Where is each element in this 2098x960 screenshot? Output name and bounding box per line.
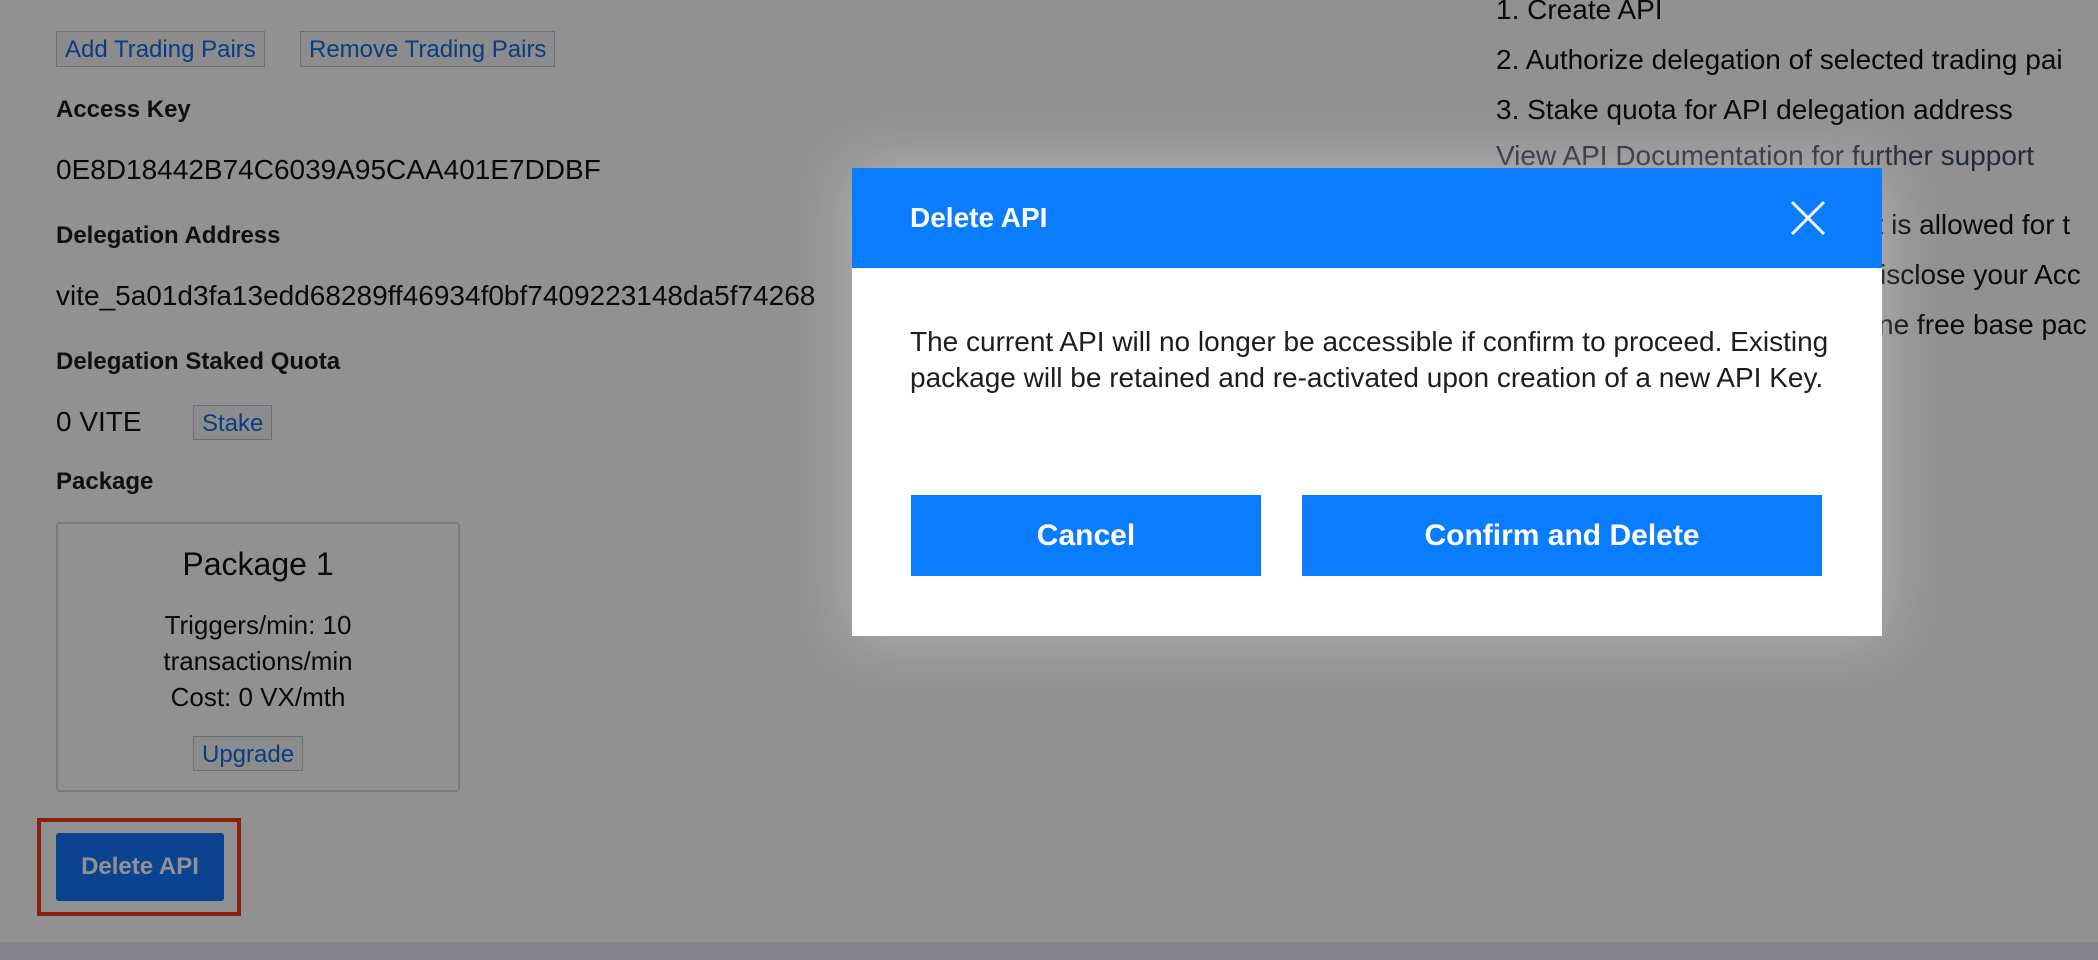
confirm-delete-button[interactable]: Confirm and Delete bbox=[1302, 495, 1822, 576]
dialog-title: Delete API bbox=[910, 202, 1048, 233]
close-icon[interactable] bbox=[1784, 194, 1832, 242]
dialog-message: The current API will no longer be access… bbox=[910, 326, 1829, 393]
cancel-button[interactable]: Cancel bbox=[911, 495, 1261, 576]
dialog-header: Delete API bbox=[852, 168, 1882, 268]
delete-api-dialog: Delete API The current API will no longe… bbox=[852, 168, 1882, 636]
